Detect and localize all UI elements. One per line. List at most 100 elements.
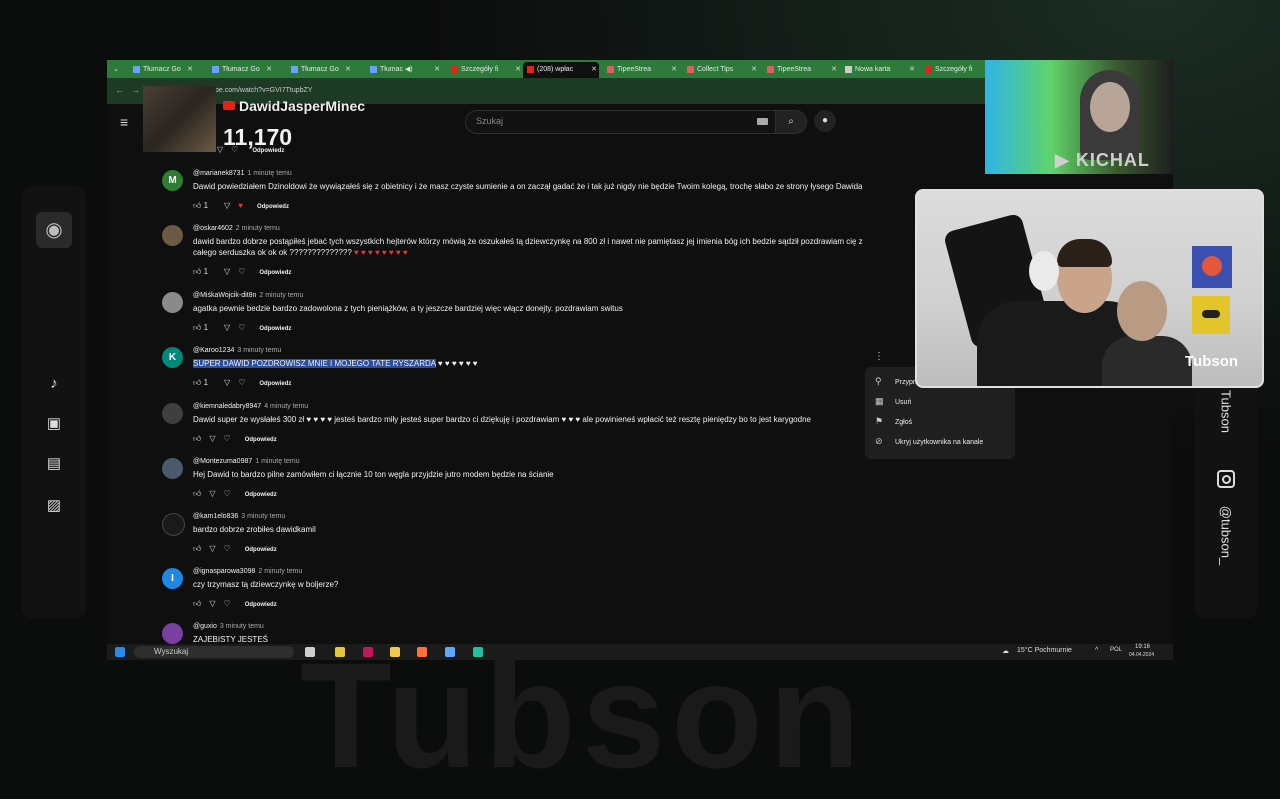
tab-list-button[interactable]: ⌄ (109, 62, 127, 78)
reply-button[interactable]: Odpowiedz (245, 547, 277, 553)
like-icon[interactable]: 👍︎ 1 (193, 323, 216, 332)
close-icon[interactable]: ✕ (831, 62, 837, 78)
dislike-icon[interactable]: ▽ (224, 201, 230, 210)
app-icon[interactable] (363, 647, 373, 657)
like-icon[interactable]: 👍︎ (193, 544, 201, 553)
browser-icon[interactable] (445, 647, 455, 657)
like-icon[interactable]: 👍︎ (193, 489, 201, 498)
browser-tab[interactable]: Tłumacz Go ✕ (208, 62, 274, 78)
browser-tab[interactable]: TipeeStrea ✕ (763, 62, 839, 78)
forward-icon[interactable]: → (131, 85, 140, 95)
reply-button[interactable]: Odpowiedz (259, 270, 291, 276)
like-icon[interactable]: 👍︎ 1 (193, 267, 216, 276)
browser-tab-active[interactable]: (208) wpłac ✕ (523, 62, 599, 78)
keyboard-icon[interactable] (757, 118, 768, 125)
close-icon[interactable]: ✕ (909, 62, 915, 78)
avatar[interactable] (162, 225, 183, 246)
close-icon[interactable]: ✕ (434, 62, 440, 78)
close-icon[interactable]: ✕ (515, 62, 521, 78)
search-button[interactable]: ⌕ (775, 110, 807, 134)
close-icon[interactable]: ✕ (751, 62, 757, 78)
menu-item-report[interactable]: ⚑ Zgłoś (875, 416, 912, 430)
instagram-icon[interactable] (1217, 470, 1235, 488)
browser-tab[interactable]: Nowa karta ✕ (841, 62, 917, 78)
heart-icon[interactable]: ♡ (238, 267, 245, 276)
reply-button[interactable]: Odpowiedz (257, 204, 289, 210)
like-icon[interactable]: 👍︎ (193, 434, 201, 443)
close-icon[interactable]: ✕ (671, 62, 677, 78)
tray-chevron-icon[interactable]: ^ (1095, 647, 1098, 654)
avatar[interactable] (162, 458, 183, 479)
more-options-icon[interactable]: ⋮ (874, 351, 884, 362)
heart-icon[interactable]: ♡ (224, 434, 231, 443)
browser-tab[interactable]: TipeeStrea ✕ (603, 62, 679, 78)
close-icon[interactable]: ✕ (591, 62, 597, 78)
browser-tab[interactable]: Tłumacz Go ✕ (287, 62, 353, 78)
reply-button[interactable]: Odpowiedz (245, 437, 277, 443)
avatar[interactable] (162, 403, 183, 424)
image-icon[interactable]: ▨ (42, 494, 66, 518)
avatar[interactable]: K (162, 347, 183, 368)
avatar[interactable] (162, 513, 185, 536)
dislike-icon[interactable]: ▽ (209, 489, 215, 498)
avatar[interactable] (162, 623, 183, 644)
avatar[interactable] (162, 292, 183, 313)
like-icon[interactable]: 👍︎ 1 (193, 201, 216, 210)
back-icon[interactable]: ← (115, 85, 124, 95)
close-icon[interactable]: ✕ (266, 62, 272, 78)
like-icon[interactable]: 👍︎ 1 (193, 378, 216, 387)
app-icon[interactable] (473, 647, 483, 657)
clock-date[interactable]: 04.04.2024 (1129, 652, 1154, 658)
clock-time[interactable]: 19:16 (1135, 644, 1150, 650)
dislike-icon[interactable]: ▽ (224, 323, 230, 332)
menu-item-hide-user[interactable]: ⊘ Ukryj użytkownika na kanale (875, 436, 983, 450)
reply-button[interactable]: Odpowiedz (259, 326, 291, 332)
left-sidebar: ◉ ♪ ▣ ▤ ▨ (22, 186, 86, 618)
video-icon[interactable]: ▣ (42, 412, 66, 436)
dislike-icon[interactable]: ▽ (209, 434, 215, 443)
menu-item-delete[interactable]: ▦ Usuń (875, 396, 911, 410)
windows-start-icon[interactable] (115, 647, 125, 657)
browser-tab[interactable]: Tłumac ◀) ✕ (366, 62, 442, 78)
folder-icon[interactable] (390, 647, 400, 657)
music-icon[interactable]: ♪ (42, 372, 66, 396)
person-head (1117, 281, 1167, 341)
menu-icon[interactable]: ≡ (120, 114, 128, 130)
firefox-icon[interactable] (417, 647, 427, 657)
comment-author: @kam1elo836 3 minuty temu (193, 513, 286, 520)
browser-tab[interactable]: Collect Tips ✕ (683, 62, 759, 78)
browser-tab[interactable]: Tłumacz Go ✕ (129, 62, 195, 78)
taskbar-search[interactable]: Wyszukaj (134, 646, 294, 658)
reply-button[interactable]: Odpowiedz (245, 492, 277, 498)
browser-tab[interactable]: Szczegóły fi✕ (447, 62, 523, 78)
heart-icon[interactable]: ♡ (224, 599, 231, 608)
dislike-icon[interactable]: ▽ (209, 544, 215, 553)
heart-icon[interactable]: ♡ (224, 544, 231, 553)
task-view-icon[interactable] (305, 647, 315, 657)
background-watermark: Tubson (300, 631, 867, 799)
search-input[interactable]: Szukaj (465, 110, 777, 134)
dislike-icon[interactable]: ▽ (209, 599, 215, 608)
reply-button[interactable]: Odpowiedz (245, 602, 277, 608)
menu-item-pin[interactable]: ⚲ Przypnij (875, 376, 920, 390)
reply-button[interactable]: Odpowiedz (259, 381, 291, 387)
heart-icon[interactable]: ♡ (238, 323, 245, 332)
chrome-icon[interactable] (335, 647, 345, 657)
close-icon[interactable]: ✕ (345, 62, 351, 78)
comment-text: Dawid powiedziałem Dzinoldowi że wywiąza… (193, 182, 863, 191)
heart-icon[interactable]: ♡ (238, 378, 245, 387)
like-icon[interactable]: 👍︎ (193, 599, 201, 608)
heart-icon[interactable]: ♡ (224, 489, 231, 498)
dislike-icon[interactable]: ▽ (224, 378, 230, 387)
comment-actions: 👍︎ ▽ ♡ Odpowiedz (193, 489, 285, 499)
heart-icon[interactable]: ♥ (238, 201, 243, 210)
weather-text[interactable]: 15°C Pochmurnie (1017, 647, 1072, 654)
pin-icon: ⚲ (875, 376, 882, 386)
close-icon[interactable]: ✕ (187, 62, 193, 78)
mic-button[interactable]: ● (814, 110, 836, 132)
avatar[interactable]: M (162, 170, 183, 191)
language-indicator[interactable]: POL (1110, 647, 1122, 653)
film-icon[interactable]: ▤ (42, 452, 66, 476)
avatar[interactable]: I (162, 568, 183, 589)
dislike-icon[interactable]: ▽ (224, 267, 230, 276)
